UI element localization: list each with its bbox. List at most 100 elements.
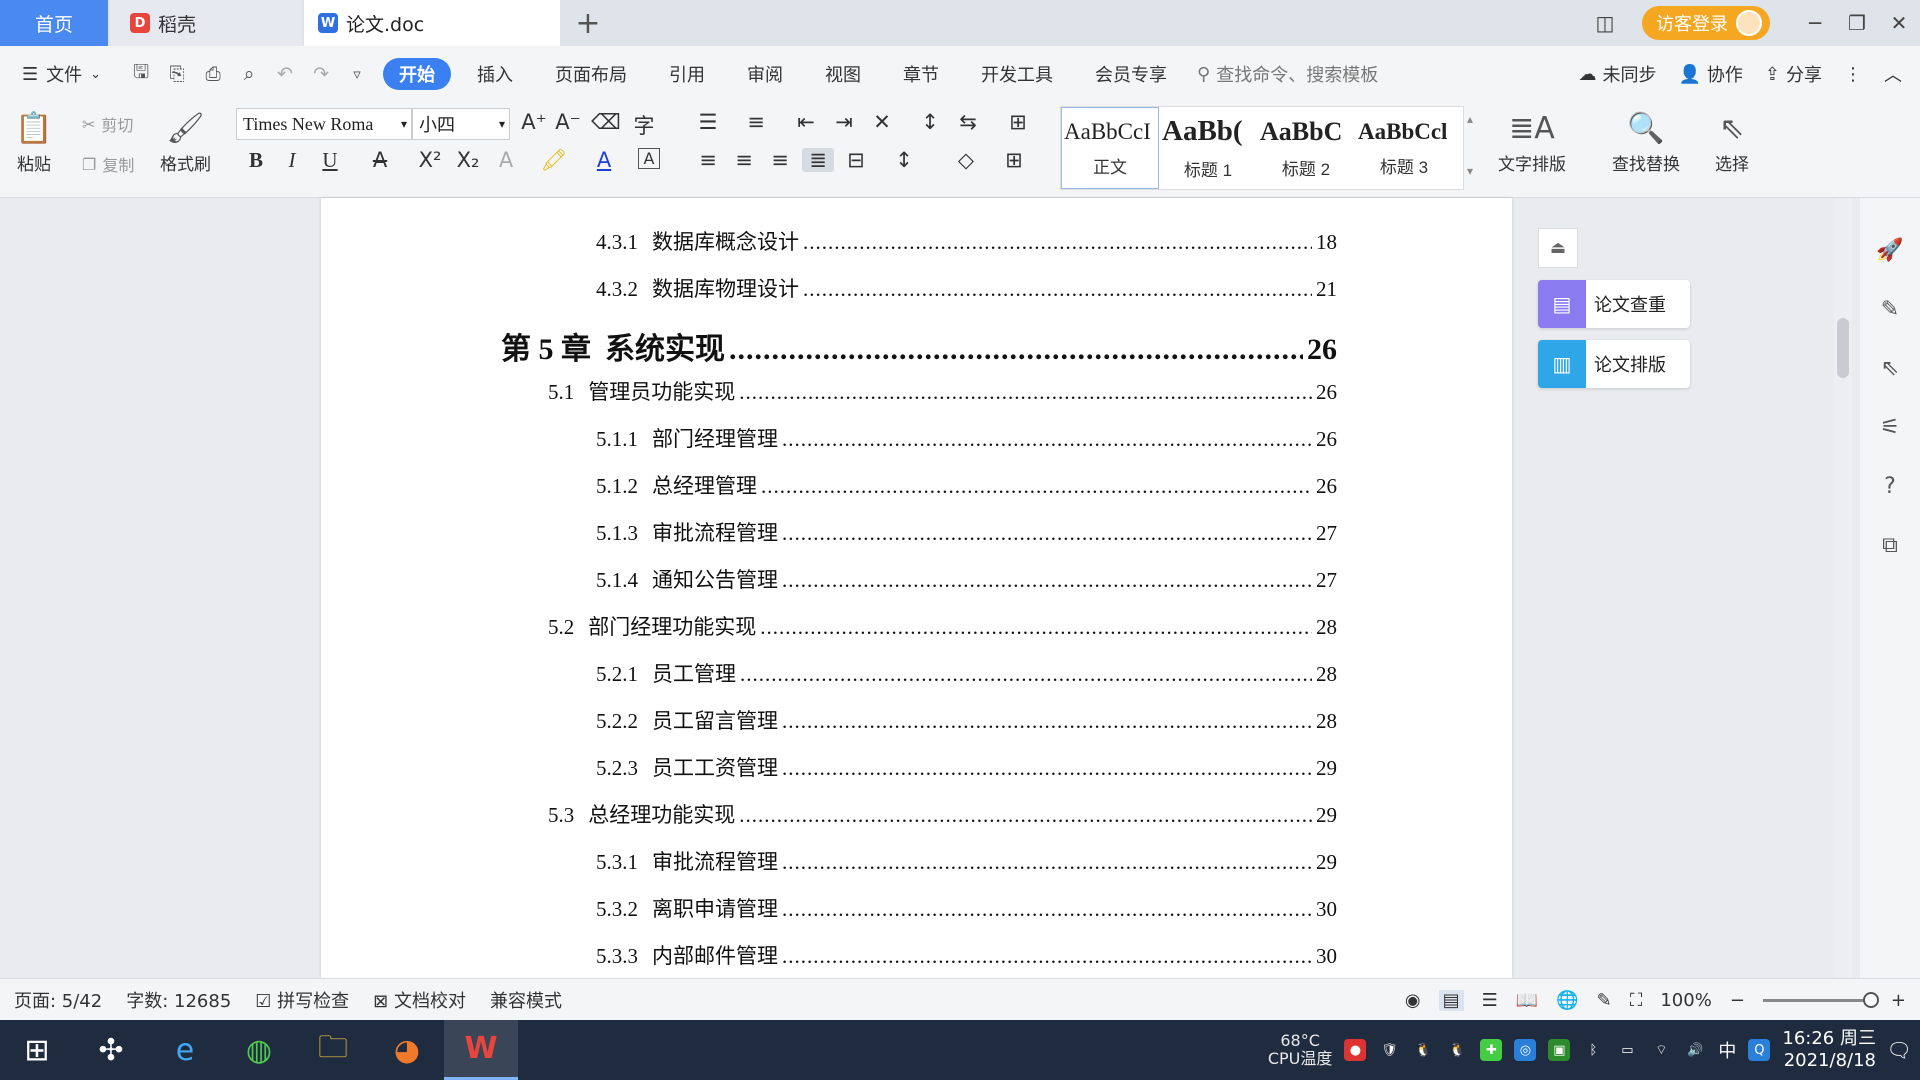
char-border-icon[interactable]: A <box>638 148 660 169</box>
qq-icon-2[interactable]: 🐧 <box>1446 1039 1468 1061</box>
chinese-layout-icon[interactable]: ✕ <box>866 110 898 134</box>
collapse-ribbon-icon[interactable]: ︿ <box>1884 61 1902 87</box>
pointer-icon[interactable]: ⇖ <box>1881 356 1899 381</box>
share-doc-icon[interactable]: ⧉ <box>1882 533 1898 558</box>
ie-browser-icon[interactable]: e <box>148 1020 222 1080</box>
bold-icon[interactable]: B <box>240 148 272 173</box>
paper-layout-button[interactable]: ▥ 论文排版 <box>1538 340 1690 388</box>
toc-entry[interactable]: 5.1.2 总经理管理..............................… <box>596 470 1337 500</box>
page-view-icon[interactable]: ▤ <box>1438 989 1464 1011</box>
distributed-icon[interactable]: ⊟ <box>840 148 872 172</box>
tab-daoke[interactable]: D 稻壳 <box>110 0 302 46</box>
more-icon[interactable]: ⋮ <box>1844 64 1862 85</box>
scrollbar-thumb[interactable] <box>1837 318 1849 378</box>
web-view-icon[interactable]: 🌐 <box>1556 990 1578 1011</box>
sort-icon[interactable]: ↕ <box>914 110 946 134</box>
style-heading-2[interactable]: AaBbC 标题 2 <box>1257 107 1355 189</box>
write-view-icon[interactable]: ✎ <box>1597 990 1612 1011</box>
collab-button[interactable]: 👤 协作 <box>1678 61 1742 87</box>
vertical-scrollbar[interactable] <box>1834 198 1852 978</box>
toc-entry[interactable]: 5.3.2 离职申请管理.............................… <box>596 893 1337 923</box>
output-icon[interactable]: ⎘ <box>159 58 195 90</box>
menu-start[interactable]: 开始 <box>383 58 452 90</box>
doc-proof-button[interactable]: ⊠ 文档校对 <box>373 987 466 1013</box>
zoom-in-icon[interactable]: + <box>1891 990 1906 1011</box>
pinwheel-app-icon[interactable]: ✣ <box>74 1020 148 1080</box>
subscript-icon[interactable]: X₂ <box>452 148 484 172</box>
toc-entry[interactable]: 5.2.2 员工留言管理.............................… <box>596 705 1337 735</box>
cut-button[interactable]: ✂ 剪切 <box>82 112 133 136</box>
menu-insert[interactable]: 插入 <box>461 58 529 90</box>
share-button[interactable]: ⇪ 分享 <box>1765 61 1822 87</box>
rocket-icon[interactable]: 🚀 <box>1876 238 1903 263</box>
style-expand-icon[interactable]: ▾ <box>1454 164 1486 178</box>
text-layout-button[interactable]: ≣A 文字排版 <box>1498 106 1566 176</box>
undo-icon[interactable]: ↶ <box>267 58 303 90</box>
font-color-icon[interactable]: A <box>588 148 620 172</box>
toc-entry[interactable]: 第 5 章系统实现...............................… <box>501 324 1337 368</box>
notification-icon[interactable]: 🗨 <box>1886 1038 1911 1062</box>
align-center-icon[interactable]: ≡ <box>728 148 760 172</box>
panel-collapse-button[interactable]: ⏏ <box>1538 228 1578 268</box>
nvidia-icon[interactable]: ▣ <box>1548 1039 1571 1061</box>
justify-icon[interactable]: ≣ <box>802 148 834 172</box>
print-preview-icon[interactable]: ⌕ <box>231 58 267 90</box>
toc-entry[interactable]: 4.3.1 数据库概念设计............................… <box>596 226 1337 256</box>
customize-icon[interactable]: ▿ <box>339 58 375 90</box>
help-icon[interactable]: ? <box>1884 474 1896 499</box>
underline-icon[interactable]: U <box>314 148 346 173</box>
show-marks-icon[interactable]: ⇆ <box>952 110 984 134</box>
toc-entry[interactable]: 5.3.3 内部邮件管理.............................… <box>596 940 1337 970</box>
wifi-icon[interactable]: ⌔ <box>1650 1039 1672 1061</box>
toc-entry[interactable]: 5.1.1 部门经理管理.............................… <box>596 423 1337 453</box>
plus-app-icon[interactable]: ✚ <box>1480 1039 1503 1061</box>
tab-document[interactable]: W 论文.doc <box>304 0 560 46</box>
adjust-icon[interactable]: ⚟ <box>1880 415 1900 440</box>
paste-button[interactable]: 📋 粘贴 <box>14 106 54 176</box>
strikethrough-icon[interactable]: A <box>364 148 396 172</box>
new-tab-button[interactable]: + <box>570 6 606 41</box>
print-icon[interactable]: ⎙ <box>195 58 231 90</box>
font-name-select[interactable]: Times New Roma ▾ <box>236 108 412 140</box>
outdent-icon[interactable]: ⇤ <box>790 110 822 134</box>
shading-icon[interactable]: ◇ <box>950 148 982 172</box>
guest-login-button[interactable]: 访客登录 <box>1642 6 1770 40</box>
restore-icon[interactable]: ❐ <box>1836 11 1878 35</box>
redo-icon[interactable]: ↷ <box>303 58 339 90</box>
toc-entry[interactable]: 5.1 管理员功能实现..............................… <box>548 376 1337 406</box>
line-spacing-icon[interactable]: ↕ <box>888 148 920 172</box>
panda-app-icon[interactable]: ◕ <box>370 1020 444 1080</box>
file-explorer-icon[interactable]: 🗀 <box>296 1020 370 1080</box>
table-icon[interactable]: ⊞ <box>1002 110 1034 134</box>
toc-entry[interactable]: 4.3.2 数据库物理设计............................… <box>596 273 1337 303</box>
save-icon[interactable]: 🖫 <box>123 58 159 90</box>
menu-view[interactable]: 视图 <box>809 58 877 90</box>
paper-check-button[interactable]: ▤ 论文查重 <box>1538 280 1690 328</box>
minimize-icon[interactable]: ─ <box>1794 11 1836 35</box>
toc-entry[interactable]: 5.3 总经理功能实现..............................… <box>548 799 1337 829</box>
zoom-slider-knob[interactable] <box>1862 991 1879 1008</box>
style-normal[interactable]: AaBbCcI 正文 <box>1061 107 1159 189</box>
menu-page-layout[interactable]: 页面布局 <box>539 58 643 90</box>
close-icon[interactable]: ✕ <box>1878 11 1920 35</box>
superscript-icon[interactable]: X² <box>414 148 446 172</box>
numbering-icon[interactable]: ≡ <box>740 110 772 134</box>
text-effect-icon[interactable]: A <box>490 148 522 172</box>
sync-tray-icon[interactable]: ◎ <box>1514 1039 1537 1061</box>
bluetooth-icon[interactable]: ᛒ <box>1582 1039 1604 1061</box>
green-browser-icon[interactable]: ◍ <box>222 1020 296 1080</box>
grow-font-icon[interactable]: A⁺ <box>518 110 550 134</box>
toc-entry[interactable]: 5.2 部门经理功能实现.............................… <box>548 611 1337 641</box>
menu-section[interactable]: 章节 <box>887 58 955 90</box>
borders-icon[interactable]: ⊞ <box>998 148 1030 172</box>
toc-entry[interactable]: 5.1.4 通知公告管理.............................… <box>596 564 1337 594</box>
shrink-font-icon[interactable]: A⁻ <box>552 110 584 134</box>
style-scroll-up-icon[interactable]: ▴ <box>1454 112 1486 126</box>
qq-icon[interactable]: 🐧 <box>1412 1039 1434 1061</box>
zoom-out-icon[interactable]: − <box>1730 990 1745 1011</box>
italic-icon[interactable]: I <box>276 148 308 173</box>
read-view-icon[interactable]: 📖 <box>1516 990 1538 1011</box>
toc-entry[interactable]: 5.3.1 审批流程管理.............................… <box>596 846 1337 876</box>
eye-protect-icon[interactable]: ◉ <box>1405 990 1421 1011</box>
start-icon[interactable]: ⊞ <box>0 1020 74 1080</box>
